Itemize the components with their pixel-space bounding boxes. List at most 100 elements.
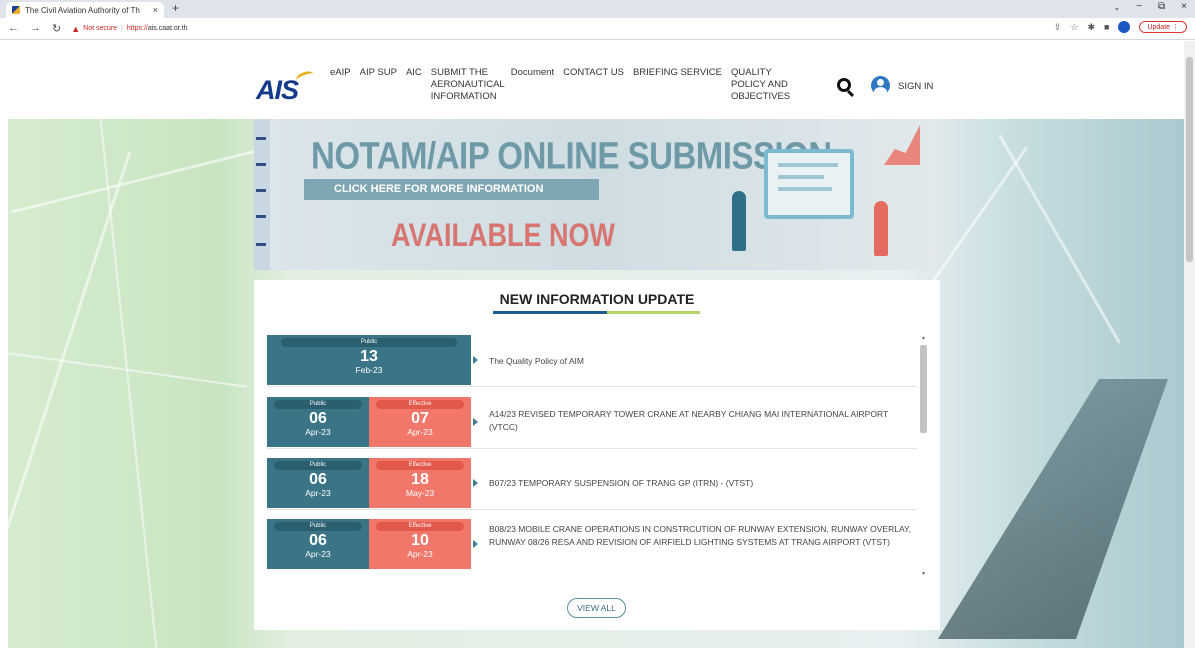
public-month: Apr-23 bbox=[305, 549, 331, 559]
public-month: Apr-23 bbox=[305, 427, 331, 437]
security-status: Not secure bbox=[83, 25, 117, 32]
list-item[interactable]: Public 06 Apr-23 Effective 10 Apr-23 B08… bbox=[267, 519, 917, 577]
arrow-right-icon bbox=[473, 479, 478, 487]
menu-submit-aeronautical-information[interactable]: SUBMIT THE AERONAUTICAL INFORMATION bbox=[431, 67, 505, 103]
arrow-right-icon bbox=[473, 540, 478, 548]
reload-icon[interactable]: ↻ bbox=[52, 22, 61, 35]
back-arrow-icon[interactable]: ← bbox=[8, 22, 19, 35]
tab-search-icon[interactable]: ⌄ bbox=[1113, 3, 1120, 12]
effective-day: 10 bbox=[411, 532, 429, 549]
search-icon[interactable] bbox=[837, 78, 851, 92]
menu-contact-us[interactable]: CONTACT US bbox=[563, 67, 624, 103]
user-account-icon[interactable] bbox=[871, 76, 890, 95]
title-underline bbox=[493, 311, 700, 314]
ais-logo[interactable]: AIS bbox=[256, 69, 316, 106]
public-month: Feb-23 bbox=[355, 365, 383, 375]
address-bar: ← → ↻ ▲ Not secure | https:// ais.caat.o… bbox=[0, 18, 1195, 40]
arrow-right-icon bbox=[473, 418, 478, 426]
warning-triangle-icon: ▲ bbox=[71, 23, 81, 34]
public-day: 13 bbox=[360, 348, 378, 365]
menu-quality-policy[interactable]: QUALITY POLICY AND OBJECTIVES bbox=[731, 67, 793, 103]
page-scrollbar[interactable] bbox=[1184, 41, 1195, 648]
update-button[interactable]: Update ⋮ bbox=[1139, 21, 1187, 33]
tab-title: The Civil Aviation Authority of Th bbox=[25, 5, 140, 15]
banner-available-now: AVAILABLE NOW bbox=[391, 217, 615, 253]
minimize-icon[interactable]: − bbox=[1136, 1, 1142, 12]
list-item[interactable]: Public 06 Apr-23 Effective 07 Apr-23 A14… bbox=[267, 397, 917, 449]
monitor-illustration-icon bbox=[764, 149, 854, 219]
site-favicon-icon bbox=[12, 6, 20, 14]
effective-month: Apr-23 bbox=[407, 427, 433, 437]
logo-text: AIS bbox=[256, 75, 299, 105]
public-month: Apr-23 bbox=[305, 488, 331, 498]
effective-day: 18 bbox=[411, 471, 429, 488]
public-date-box: Public 06 Apr-23 bbox=[267, 397, 369, 447]
effective-date-box: Effective 10 Apr-23 bbox=[369, 519, 471, 569]
public-date-box: Public 06 Apr-23 bbox=[267, 458, 369, 508]
banner-illustration bbox=[724, 125, 920, 261]
banner-more-info-button[interactable]: CLICK HERE FOR MORE INFORMATION bbox=[304, 179, 599, 200]
menu-aip-sup[interactable]: AIP SUP bbox=[360, 67, 397, 103]
share-icon[interactable]: ⇪ bbox=[1054, 22, 1062, 33]
menu-eaip[interactable]: eAIP bbox=[330, 67, 351, 103]
browser-tab-bar: The Civil Aviation Authority of Th × + ⌄… bbox=[0, 0, 1195, 18]
extensions-puzzle-icon[interactable]: ✱ bbox=[1087, 22, 1095, 33]
arrow-right-icon bbox=[473, 356, 478, 364]
url-host: ais.caat.or.th bbox=[147, 25, 188, 32]
news-item-title[interactable]: B07/23 TEMPORARY SUSPENSION OF TRANG GP … bbox=[489, 477, 914, 490]
airplane-tail-image bbox=[938, 379, 1168, 639]
public-badge: Public bbox=[274, 400, 362, 409]
side-panel-icon[interactable]: ■ bbox=[1104, 22, 1109, 32]
news-list-scrollbar[interactable]: ▲ ▼ bbox=[919, 335, 928, 577]
public-badge: Public bbox=[274, 522, 362, 531]
effective-day: 07 bbox=[411, 410, 429, 427]
window-close-icon[interactable]: × bbox=[1181, 1, 1187, 12]
submission-banner[interactable]: NOTAM/AIP ONLINE SUBMISSION CLICK HERE F… bbox=[254, 119, 940, 270]
news-panel-title: NEW INFORMATION UPDATE bbox=[499, 291, 695, 307]
logo-swoosh-icon bbox=[294, 69, 316, 85]
banner-side-strip bbox=[254, 119, 270, 270]
person-illustration-icon bbox=[732, 191, 746, 251]
public-badge: Public bbox=[274, 461, 362, 470]
menu-aic[interactable]: AIC bbox=[406, 67, 422, 103]
public-day: 06 bbox=[309, 410, 327, 427]
effective-date-box: Effective 07 Apr-23 bbox=[369, 397, 471, 447]
main-menu: eAIP AIP SUP AIC SUBMIT THE AERONAUTICAL… bbox=[330, 67, 802, 103]
public-badge: Public bbox=[281, 338, 457, 347]
effective-month: Apr-23 bbox=[407, 549, 433, 559]
effective-date-box: Effective 18 May-23 bbox=[369, 458, 471, 508]
scroll-down-icon[interactable]: ▼ bbox=[921, 571, 926, 577]
effective-month: May-23 bbox=[405, 488, 435, 498]
browser-tab[interactable]: The Civil Aviation Authority of Th × bbox=[6, 2, 164, 18]
news-item-title[interactable]: The Quality Policy of AIM bbox=[489, 355, 914, 368]
page-scrollbar-thumb[interactable] bbox=[1186, 57, 1193, 262]
scroll-up-icon[interactable]: ▲ bbox=[921, 335, 926, 341]
menu-briefing-service[interactable]: BRIEFING SERVICE bbox=[633, 67, 722, 103]
forward-arrow-icon[interactable]: → bbox=[30, 22, 41, 35]
person-illustration-icon bbox=[874, 201, 888, 256]
chart-illustration-icon bbox=[884, 125, 920, 165]
site-header: AIS eAIP AIP SUP AIC SUBMIT THE AERONAUT… bbox=[0, 41, 1184, 119]
bookmark-star-icon[interactable]: ☆ bbox=[1070, 22, 1078, 33]
restore-icon[interactable]: ⧉ bbox=[1158, 1, 1165, 12]
tab-close-icon[interactable]: × bbox=[153, 5, 158, 15]
sign-in-link[interactable]: SIGN IN bbox=[898, 81, 933, 92]
effective-badge: Effective bbox=[376, 461, 464, 470]
scrollbar-thumb[interactable] bbox=[920, 345, 927, 433]
news-item-title[interactable]: B08/23 MOBILE CRANE OPERATIONS IN CONSTR… bbox=[489, 523, 914, 549]
list-item[interactable]: Public 06 Apr-23 Effective 18 May-23 B07… bbox=[267, 458, 917, 510]
list-item[interactable]: Public 13 Feb-23 The Quality Policy of A… bbox=[267, 335, 917, 387]
new-tab-icon[interactable]: + bbox=[172, 1, 179, 15]
url-protocol: https:// bbox=[126, 25, 148, 32]
profile-avatar-icon[interactable] bbox=[1118, 21, 1131, 33]
view-all-button[interactable]: VIEW ALL bbox=[567, 598, 626, 618]
window-controls: ⌄ − ⧉ × bbox=[1113, 1, 1187, 12]
effective-badge: Effective bbox=[376, 400, 464, 409]
public-day: 06 bbox=[309, 532, 327, 549]
news-panel: NEW INFORMATION UPDATE Public 13 Feb-23 … bbox=[254, 280, 940, 630]
public-date-box: Public 06 Apr-23 bbox=[267, 519, 369, 569]
menu-document[interactable]: Document bbox=[511, 67, 554, 103]
url-field[interactable]: ▲ Not secure | https:// ais.caat.or.th bbox=[71, 21, 187, 37]
url-separator: | bbox=[121, 25, 123, 32]
news-item-title[interactable]: A14/23 REVISED TEMPORARY TOWER CRANE AT … bbox=[489, 408, 914, 434]
